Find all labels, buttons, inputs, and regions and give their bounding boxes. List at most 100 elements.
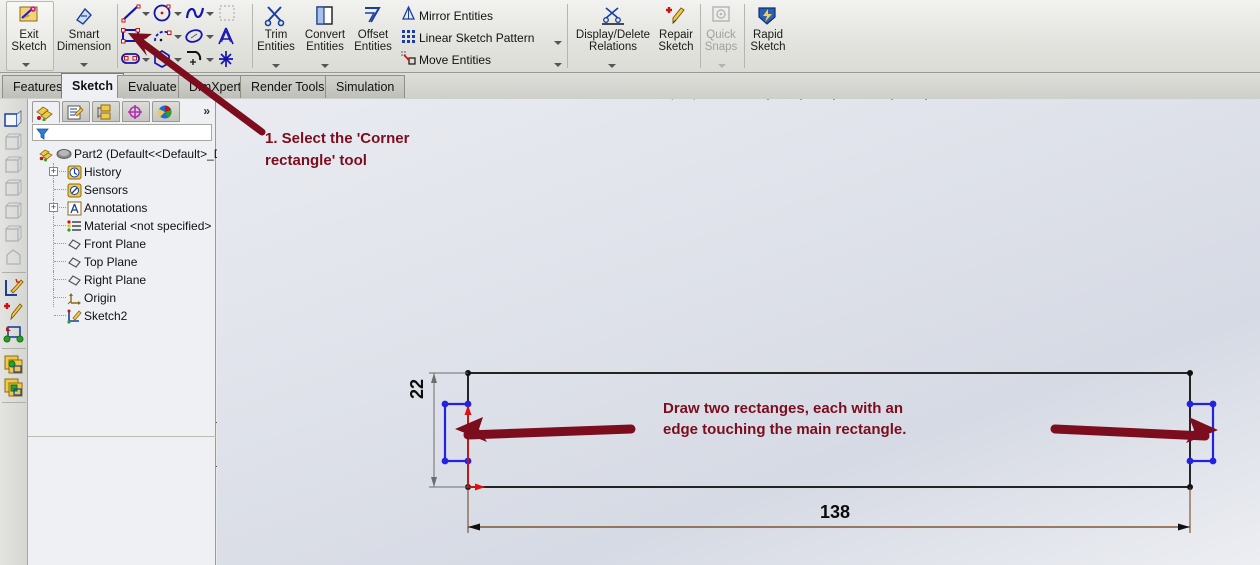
point-tool[interactable] [216,48,238,70]
linear-sketch-pattern-label: Linear Sketch Pattern [419,31,535,46]
sketch-text-tool[interactable] [216,25,238,47]
exit-sketch-dropdown[interactable] [22,56,30,70]
sketch-ribbon: Exit Sketch Smart Dimension Trim Entitie… [0,0,1260,73]
tangent-arc-tool[interactable] [184,48,206,70]
configuration-manager-tab[interactable] [92,101,120,122]
line-tool-dropdown[interactable] [141,2,150,24]
linear-sketch-pattern-item[interactable]: Linear Sketch Pattern [400,27,534,49]
view-heads-up-rail [0,99,28,565]
circle-tool-dropdown[interactable] [173,2,182,24]
tree-item-right-plane[interactable]: Right Plane [28,271,216,289]
mirror-entities-label: Mirror Entities [419,9,494,24]
display-manager-tab[interactable] [152,101,180,122]
width-dimension-value[interactable]: 138 [820,502,850,523]
3d-sketch-plane-tool[interactable] [216,2,238,24]
trim-entities-text: Trim Entities [257,29,295,53]
chevron-right-icon[interactable]: » [203,104,210,118]
tree-item-sketch2[interactable]: Sketch2 [28,307,216,325]
centerpoint-arc-tool[interactable] [152,25,174,47]
isometric-view-icon[interactable] [3,109,25,131]
quick-snaps-dropdown[interactable] [718,57,726,71]
circle-tool[interactable] [152,2,174,24]
assembly-paste-icon[interactable] [3,377,25,399]
exit-sketch-label[interactable]: Exit Sketch [0,2,59,53]
corner-rectangle-tool-dropdown[interactable] [141,25,150,47]
move-entities-item[interactable]: Move Entities [400,49,491,71]
convert-entities-dropdown[interactable] [321,57,329,71]
corner-rectangle-tool[interactable] [120,25,142,47]
plane-icon [67,237,82,252]
exit-sketch-text: Exit Sketch [11,29,47,53]
material-icon [67,219,82,234]
tab-sketch[interactable]: Sketch [61,73,124,99]
bottom-view-icon[interactable] [3,247,25,269]
sketch-icon [67,309,82,324]
tree-item-material[interactable]: Material <not specified> [28,217,216,235]
mirror-entities-item[interactable]: Mirror Entities [400,5,493,27]
convert-entities-button[interactable]: Convert Entities [300,2,350,53]
feature-tree-tab[interactable] [32,101,60,123]
right-view-icon[interactable] [3,201,25,223]
annotation-step-2: Draw two rectanges, each with an edge to… [663,400,907,438]
trim-entities-dropdown[interactable] [272,57,280,71]
repair-sketch-button[interactable]: Repair Sketch [654,2,698,53]
tree-item-front-plane[interactable]: Front Plane [28,235,216,253]
annotation-arrow-left [455,417,636,442]
edit-sketch-icon[interactable] [3,277,25,299]
centerpoint-arc-tool-dropdown[interactable] [173,25,182,47]
display-delete-relations-dropdown[interactable] [608,57,616,71]
feature-tree-filter-input[interactable] [32,124,212,141]
ellipse-tool-dropdown[interactable] [205,25,214,47]
tree-item-part[interactable]: Part2 (Default<<Default>_D [28,145,222,163]
line-tool[interactable] [120,2,142,24]
edit-component-icon[interactable] [3,323,25,345]
move-entities-icon [400,49,419,73]
tree-item-sketch2-label: Sketch2 [84,309,128,323]
tree-item-history[interactable]: + History [28,163,216,181]
rapid-sketch-text: Rapid Sketch [750,29,786,53]
offset-entities-button[interactable]: Offset Entities [349,2,397,53]
move-entities-label: Move Entities [419,53,492,68]
tab-render-tools[interactable]: Render Tools [240,75,336,98]
linear-sketch-pattern-dropdown[interactable] [554,34,562,48]
quick-snaps-button[interactable]: Quick Snaps [700,2,742,53]
polygon-tool[interactable] [152,48,174,70]
left-view-icon[interactable] [3,178,25,200]
expand-history-icon[interactable]: + [49,167,58,176]
dimxpert-manager-tab[interactable] [122,101,150,122]
spline-tool-dropdown[interactable] [205,2,214,24]
tree-item-top-plane[interactable]: Top Plane [28,253,216,271]
height-dimension-value[interactable]: 22 [407,379,428,399]
tangent-arc-tool-dropdown[interactable] [205,48,214,70]
part-icon [39,147,54,162]
straight-slot-tool-dropdown[interactable] [141,48,150,70]
trim-entities-button[interactable]: Trim Entities [253,2,299,53]
smart-dimension-dropdown[interactable] [80,56,88,70]
smart-dimension-button[interactable]: Smart Dimension [53,2,115,53]
expand-annotations-icon[interactable]: + [49,203,58,212]
tree-item-annotations[interactable]: + Annotations [28,199,216,217]
back-view-icon[interactable] [3,155,25,177]
move-entities-dropdown[interactable] [554,56,562,70]
tab-simulation[interactable]: Simulation [325,75,406,98]
top-view-icon[interactable] [3,224,25,246]
polygon-tool-dropdown[interactable] [173,48,182,70]
smart-dimension-text: Smart Dimension [56,29,112,53]
tree-item-sensors[interactable]: Sensors [28,181,216,199]
spline-tool[interactable] [184,2,206,24]
front-view-icon[interactable] [3,132,25,154]
rapid-sketch-button[interactable]: Rapid Sketch [745,2,791,53]
new-sketch-icon[interactable] [3,300,25,322]
plane-icon [67,273,82,288]
straight-slot-tool[interactable] [120,48,142,70]
origin-icon [67,291,82,306]
tree-item-origin[interactable]: Origin [28,289,216,307]
annotation-step-1: 1. Select the 'Corner rectangle' tool [265,130,410,169]
display-delete-relations-button[interactable]: Display/Delete Relations [572,2,654,53]
command-manager-tabs: Features Sketch Evaluate DimXpert Render… [0,73,1260,100]
quick-snaps-icon [700,4,742,28]
ellipse-tool[interactable] [184,25,206,47]
property-manager-tab[interactable] [62,101,90,122]
annotations-icon [67,201,82,216]
assembly-copy-icon[interactable] [3,354,25,376]
